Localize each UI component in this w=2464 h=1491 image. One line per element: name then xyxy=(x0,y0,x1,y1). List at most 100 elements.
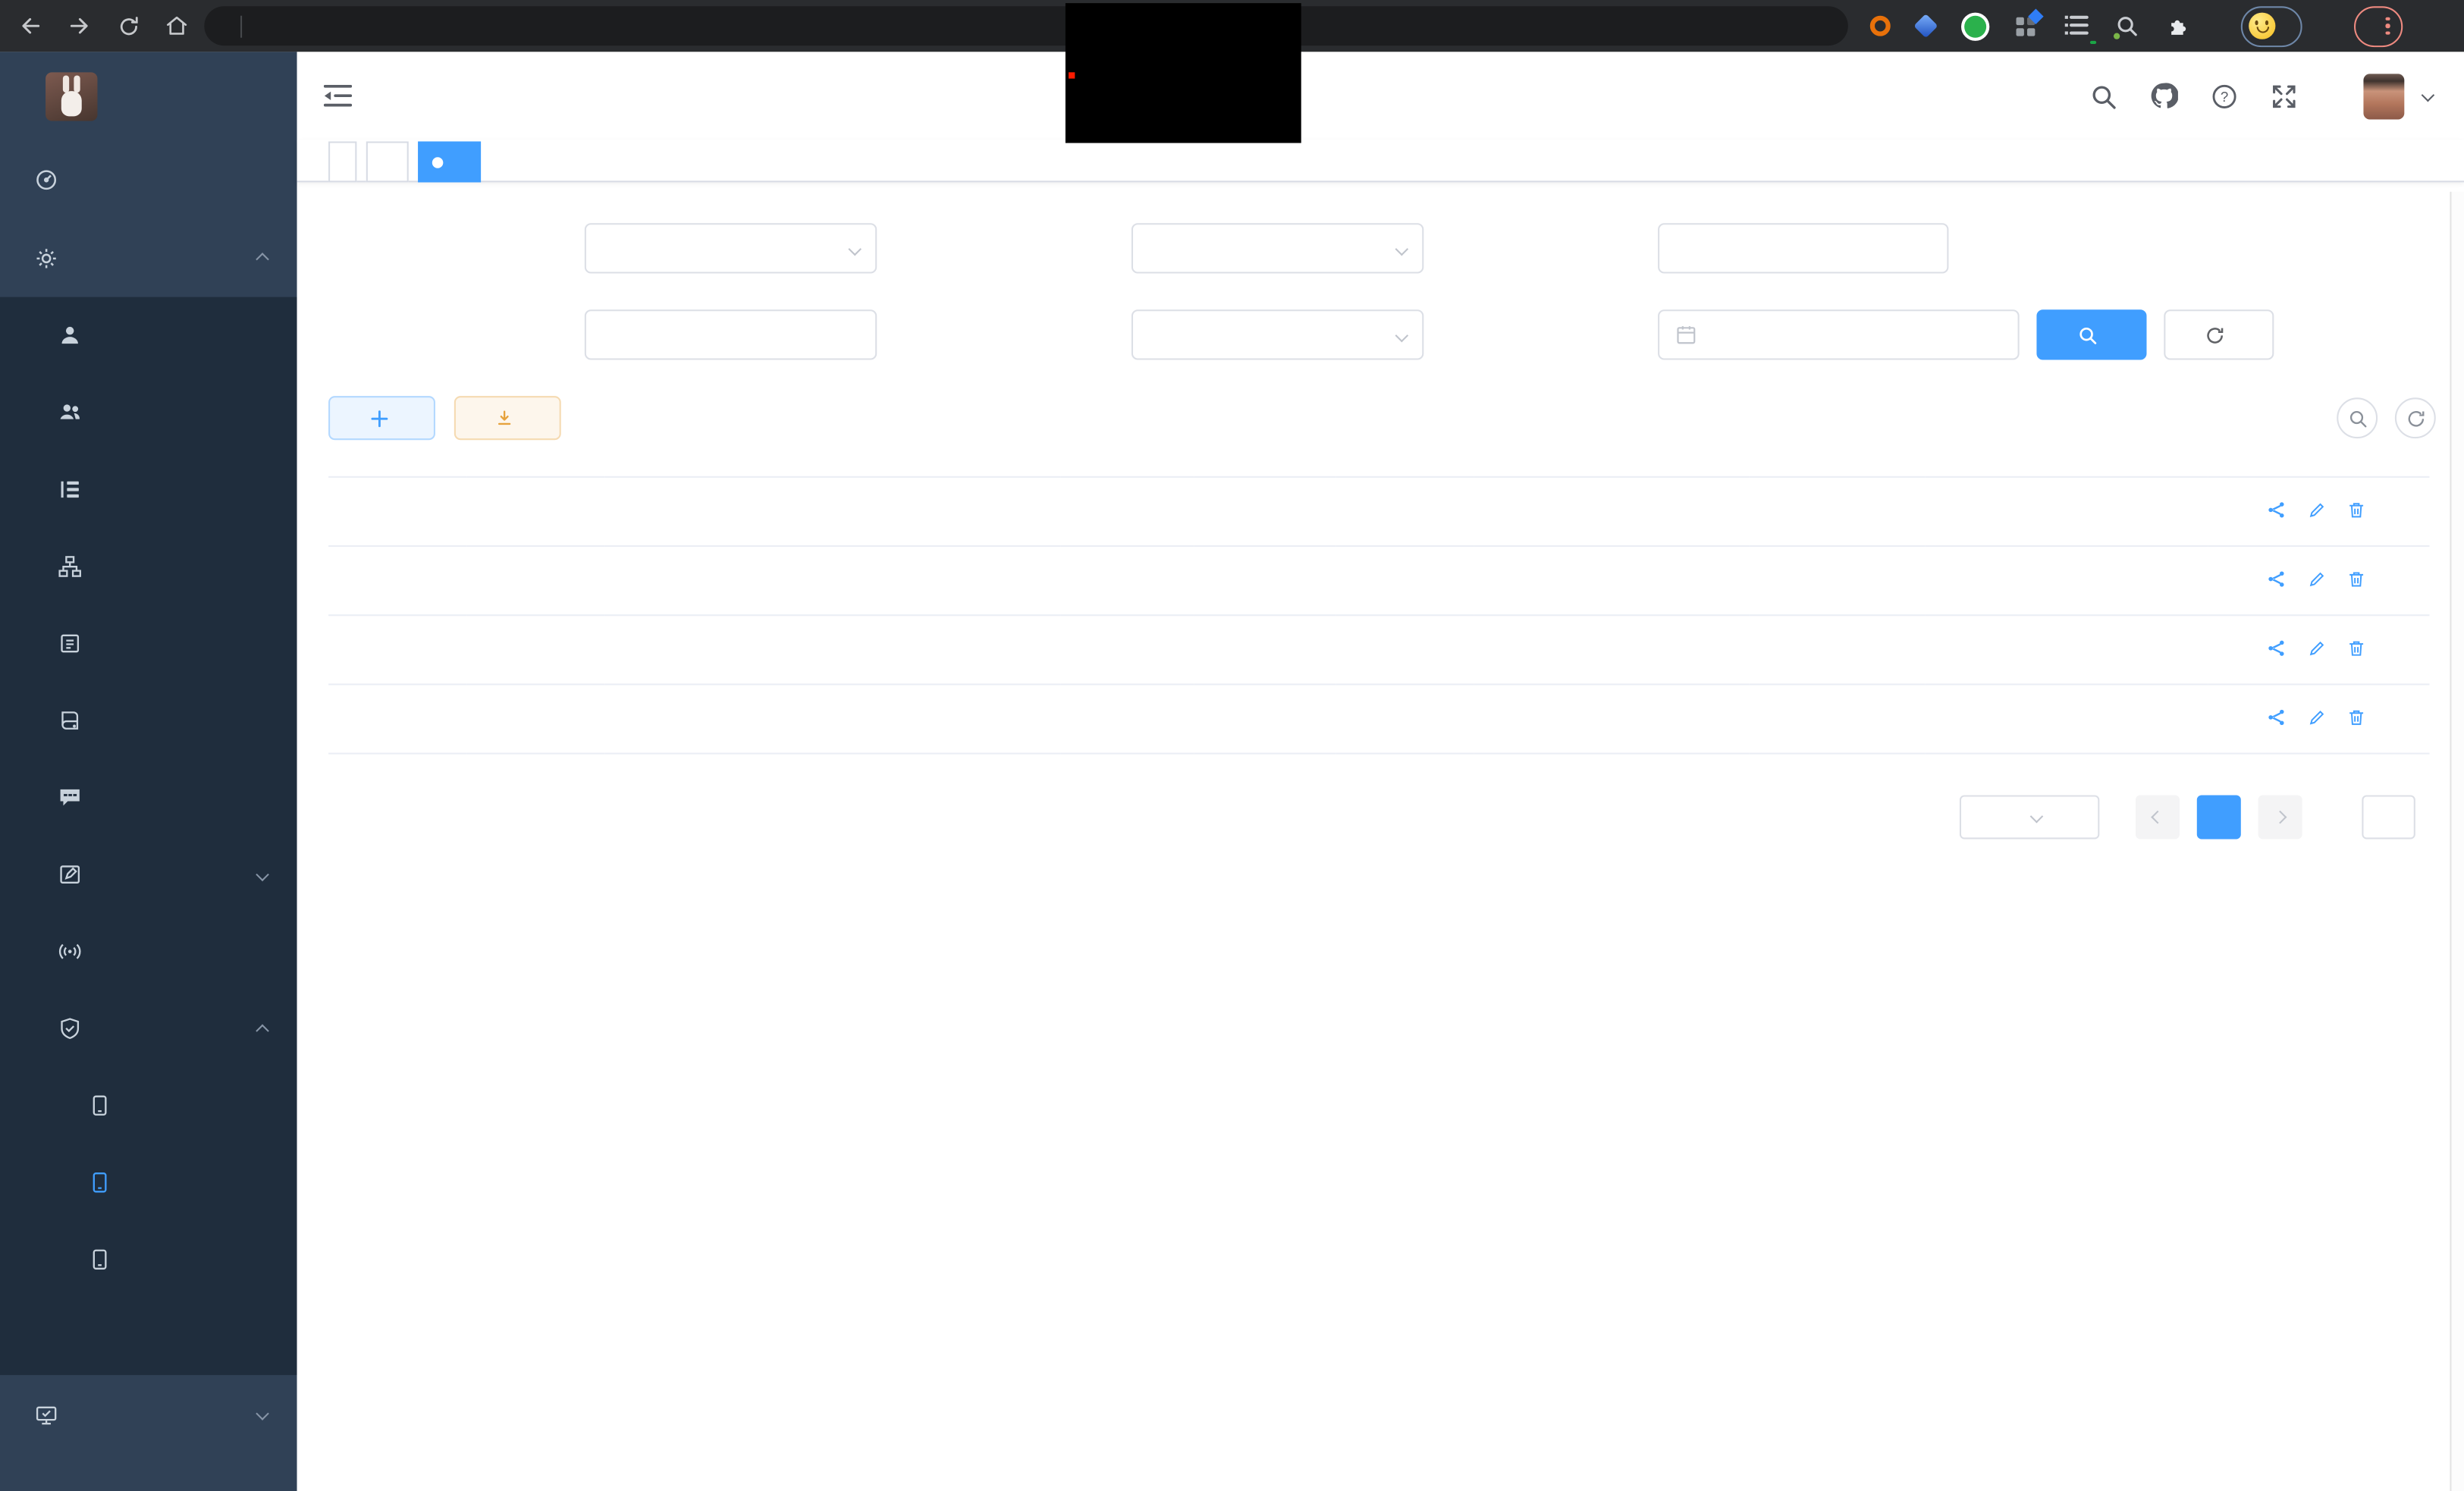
chevron-up-icon xyxy=(258,1015,267,1043)
app-logo-image xyxy=(46,71,97,120)
chevron-up-icon xyxy=(258,243,267,272)
fullscreen-button[interactable] xyxy=(2271,83,2297,109)
edit-link[interactable] xyxy=(2308,709,2330,727)
browser-back-button[interactable] xyxy=(6,4,55,48)
cell-name xyxy=(466,684,604,753)
sidebar-item-sms-channel[interactable] xyxy=(0,1067,297,1144)
search-button[interactable] xyxy=(2036,309,2146,359)
delete-link[interactable] xyxy=(2348,570,2370,588)
extension-search-icon[interactable] xyxy=(2115,14,2139,38)
channel-select[interactable] xyxy=(1132,309,1423,359)
test-link[interactable] xyxy=(2268,570,2290,588)
add-button[interactable] xyxy=(328,396,435,440)
sidebar-item-system-management[interactable] xyxy=(0,218,297,297)
avatar-caret-icon[interactable] xyxy=(2423,82,2432,110)
extension-gem-icon[interactable] xyxy=(1913,14,1938,38)
browser-update-button[interactable] xyxy=(2354,5,2402,46)
extension-y-icon[interactable] xyxy=(1961,12,1989,40)
test-link[interactable] xyxy=(2268,501,2290,519)
goto-page-input[interactable] xyxy=(2362,795,2415,839)
tab-sms-channel[interactable] xyxy=(366,141,409,182)
status-select[interactable] xyxy=(1132,223,1423,273)
api-template-id-input[interactable] xyxy=(585,309,877,359)
export-button[interactable] xyxy=(454,396,561,440)
header-search-button[interactable] xyxy=(2090,83,2117,109)
prev-page-button[interactable] xyxy=(2136,795,2180,839)
sidebar-item-menu-management[interactable] xyxy=(0,451,297,529)
page-scrollbar[interactable] xyxy=(2450,192,2464,1491)
sidebar-item-user-management[interactable] xyxy=(0,297,297,375)
browser-forward-button[interactable] xyxy=(55,4,104,48)
current-page-button[interactable] xyxy=(2197,795,2241,839)
delete-link[interactable] xyxy=(2348,709,2370,727)
edit-icon xyxy=(2308,501,2325,519)
extension-grid-icon[interactable] xyxy=(2017,15,2039,37)
delete-link[interactable] xyxy=(2348,639,2370,657)
svg-text:?: ? xyxy=(2221,88,2228,104)
sidebar-item-online-users[interactable] xyxy=(0,913,297,990)
browser-reload-button[interactable] xyxy=(104,4,152,48)
edit-link[interactable] xyxy=(2308,501,2330,519)
sms-template-table xyxy=(328,457,2429,755)
sidebar-collapse-button[interactable] xyxy=(324,85,352,107)
extension-list-icon[interactable] xyxy=(2065,16,2089,36)
cell-created xyxy=(1925,615,2208,684)
sidebar-item-audit-log[interactable] xyxy=(0,836,297,913)
reset-button[interactable] xyxy=(2164,309,2274,359)
sidebar-item-sms-management[interactable] xyxy=(0,990,297,1067)
table-row xyxy=(328,684,2429,753)
sidebar-item-home[interactable] xyxy=(0,140,297,218)
page-size-select[interactable] xyxy=(1960,795,2099,839)
refresh-table-button[interactable] xyxy=(2395,397,2436,438)
edit-icon xyxy=(2308,639,2325,657)
sidebar-item-notice[interactable] xyxy=(0,759,297,837)
tab-home[interactable] xyxy=(328,141,356,182)
help-button[interactable]: ? xyxy=(2211,83,2237,109)
next-page-button[interactable] xyxy=(2258,795,2302,839)
sidebar-item-sms-template[interactable] xyxy=(0,1144,297,1221)
sidebar-item-error-code[interactable] xyxy=(0,1298,297,1376)
screen: ? xyxy=(0,0,2464,1491)
test-link[interactable] xyxy=(2268,709,2290,727)
extensions-puzzle-icon[interactable] xyxy=(2165,14,2189,38)
address-bar[interactable] xyxy=(204,6,1847,46)
profile-paused-chip[interactable] xyxy=(2241,5,2302,46)
tab-sms-template[interactable] xyxy=(418,141,481,182)
pagination xyxy=(328,795,2429,839)
browser-home-button[interactable] xyxy=(152,4,201,48)
cell-remark xyxy=(1336,546,1474,615)
user-avatar[interactable] xyxy=(2363,73,2404,118)
share-icon xyxy=(2268,709,2285,727)
filter-row-2 xyxy=(328,309,2433,359)
badge-icon xyxy=(58,632,82,655)
sidebar-item-sms-log[interactable] xyxy=(0,1221,297,1298)
sidebar-item-post-management[interactable] xyxy=(0,605,297,683)
question-icon: ? xyxy=(2211,83,2237,109)
active-tab-dot xyxy=(432,156,444,168)
chevron-down-icon xyxy=(2031,806,2040,828)
sidebar-item-role-management[interactable] xyxy=(0,374,297,451)
sms-type-select[interactable] xyxy=(585,223,877,273)
sidebar-item-dict-management[interactable] xyxy=(0,682,297,759)
sidebar-item-department-management[interactable] xyxy=(0,528,297,605)
gear-icon xyxy=(35,246,58,269)
sidebar-item-infrastructure[interactable] xyxy=(0,1375,297,1454)
create-time-range-picker[interactable] xyxy=(1658,309,2020,359)
edit-link[interactable] xyxy=(2308,639,2330,657)
extension-donut-icon[interactable] xyxy=(1870,16,1891,36)
cell-code xyxy=(328,546,466,615)
show-search-toggle-button[interactable] xyxy=(2337,397,2378,438)
delete-link[interactable] xyxy=(2348,501,2370,519)
trash-icon xyxy=(2348,709,2365,727)
github-link[interactable] xyxy=(2150,82,2178,110)
template-code-input[interactable] xyxy=(1658,223,1948,273)
cell-code xyxy=(328,615,466,684)
phone-icon xyxy=(88,1248,111,1271)
edit-link[interactable] xyxy=(2308,570,2330,588)
column-header xyxy=(1061,457,1194,477)
profile-avatar-emoji xyxy=(2249,13,2275,39)
test-link[interactable] xyxy=(2268,639,2290,657)
search-icon xyxy=(2090,83,2117,109)
table-toolbar xyxy=(328,396,2433,440)
cell-channel xyxy=(1749,477,1925,546)
